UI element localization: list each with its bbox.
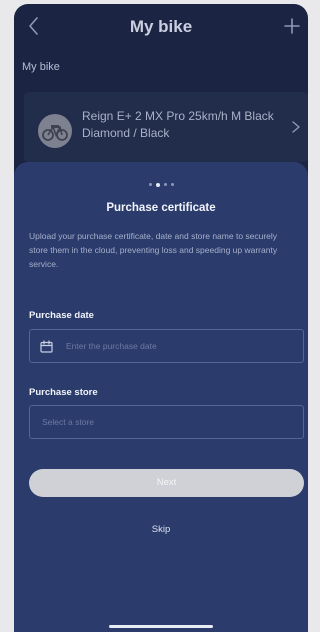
- calendar-icon: [40, 340, 53, 353]
- top-bar: My bike: [14, 4, 308, 48]
- my-bike-section-label: My bike: [22, 61, 60, 73]
- home-indicator[interactable]: [109, 625, 213, 628]
- bike-card[interactable]: Reign E+ 2 MX Pro 25km/h M Black Diamond…: [24, 92, 308, 162]
- sheet-description: Upload your purchase certificate, date a…: [29, 231, 278, 269]
- plus-icon[interactable]: [282, 16, 302, 36]
- chevron-right-icon: [292, 121, 300, 133]
- next-button-label: Next: [156, 477, 177, 488]
- purchase-date-field[interactable]: Enter the purchase date: [29, 329, 304, 363]
- bike-thumbnail: [38, 114, 72, 148]
- page-dot-active: [155, 182, 160, 187]
- next-button[interactable]: Next: [29, 469, 304, 497]
- page-dot: [148, 183, 152, 187]
- page-dot: [163, 183, 167, 187]
- purchase-date-label: Purchase date: [29, 310, 94, 321]
- skip-link[interactable]: Skip: [14, 524, 308, 535]
- page-dot: [170, 183, 174, 187]
- purchase-store-select[interactable]: Select a store: [29, 405, 304, 439]
- page-title: My bike: [129, 17, 193, 36]
- sheet-title: Purchase certificate: [106, 202, 216, 214]
- purchase-store-label: Purchase store: [29, 387, 98, 398]
- page-indicator: [14, 176, 308, 194]
- bike-name: Reign E+ 2 MX Pro 25km/h M Black Diamond…: [82, 109, 274, 140]
- purchase-store-placeholder: Select a store: [42, 417, 94, 427]
- phone-screen: My bike My bike Reign E+ 2 MX Pro 25km/h…: [14, 4, 308, 632]
- purchase-date-placeholder: Enter the purchase date: [66, 341, 157, 351]
- purchase-certificate-sheet: Purchase certificate Upload your purchas…: [14, 162, 308, 632]
